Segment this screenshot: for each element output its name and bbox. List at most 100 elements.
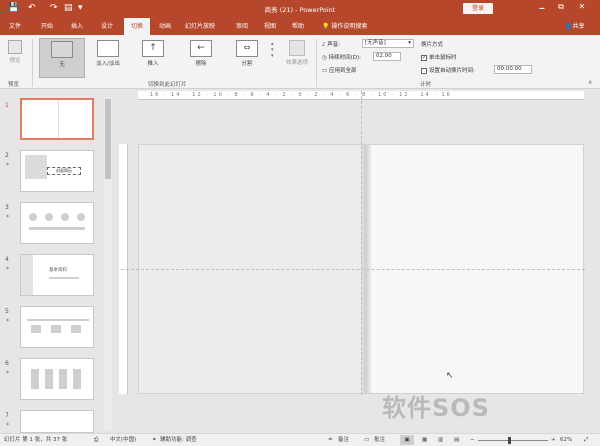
transition-split-label: 分割 [241, 61, 253, 67]
transition-none-label: 无 [59, 62, 65, 68]
signin-button[interactable]: 登录 [463, 3, 493, 14]
comments-button[interactable]: 批注 [374, 434, 385, 446]
slide-number: 4 [5, 256, 9, 263]
comments-icon: ▭ [364, 437, 370, 443]
zoom-out-icon[interactable]: − [470, 434, 475, 446]
sound-value: [无声音] [365, 40, 386, 46]
transition-fade[interactable]: 淡入/淡出 [88, 38, 128, 78]
scrollbar-thumb[interactable] [105, 99, 111, 179]
duration-label: 持续时间(D): [328, 55, 361, 61]
slide-thumbnail[interactable] [20, 98, 94, 140]
slideshow-icon[interactable]: ▤ [454, 434, 459, 446]
thumb-item [59, 369, 67, 389]
push-transition-icon: ↑ [142, 40, 164, 57]
fit-slide-icon[interactable]: ⤢ [584, 434, 588, 446]
tab-transitions[interactable]: 切换 [124, 18, 150, 35]
transition-wipe-label: 擦除 [195, 61, 207, 67]
tab-slideshow[interactable]: 幻灯片放映 [180, 18, 220, 35]
tab-insert[interactable]: 插入 [66, 18, 88, 35]
thumb-text-lines [29, 227, 85, 230]
split-transition-icon: ⇔ [236, 40, 258, 57]
zoom-slider-thumb[interactable] [508, 437, 511, 444]
slide-number: 2 [5, 152, 9, 159]
tab-home[interactable]: 开始 [36, 18, 58, 35]
zoom-level[interactable]: 62% [560, 434, 572, 446]
horizontal-guide[interactable] [121, 269, 585, 270]
vertical-guide[interactable] [361, 91, 362, 395]
apply-all-button[interactable]: ▭ 应用到全部 [322, 66, 356, 74]
checkmark-icon: ✓ [421, 54, 427, 61]
after-time-input[interactable]: 00:00.00 [494, 65, 532, 74]
tab-animations[interactable]: 动画 [154, 18, 176, 35]
timing-group-label: 计时 [420, 82, 432, 88]
collapse-ribbon-icon[interactable]: ∧ [588, 79, 592, 86]
tab-help[interactable]: 帮助 [287, 18, 309, 35]
notes-icon: ≐ [328, 437, 333, 443]
thumbnails-scrollbar[interactable] [104, 97, 112, 431]
share-button[interactable]: 👤共享 [565, 18, 585, 35]
thumb-item [29, 213, 37, 221]
after-checkbox[interactable]: 设置自动换片时间: [421, 66, 475, 74]
accessibility-icon[interactable]: ✦ [152, 434, 157, 446]
after-time-value: 00:00.00 [497, 66, 522, 72]
effect-options-label: 效果选项 [285, 60, 308, 66]
tab-file[interactable]: 文件 [4, 18, 26, 35]
tell-me-search[interactable]: 💡 操作说明搜索 [322, 18, 367, 35]
duration-input[interactable]: 02.00 [373, 52, 401, 61]
duration-value: 02.00 [376, 53, 392, 59]
duration-row: ◷ 持续时间(D): [322, 53, 361, 61]
preview-group-label: 预览 [8, 82, 20, 88]
slide-thumbnail[interactable] [20, 306, 94, 348]
normal-view-icon[interactable]: ▣ [400, 435, 414, 445]
transition-push[interactable]: ↑ 推入 [134, 38, 172, 78]
reading-view-icon[interactable]: ▥ [438, 434, 443, 446]
slide-thumbnail[interactable] [20, 410, 94, 433]
tab-view[interactable]: 视图 [259, 18, 281, 35]
thumb-pattern [21, 255, 33, 295]
sound-label: 声音: [327, 42, 341, 48]
after-label: 设置自动换片时间: [429, 68, 475, 74]
close-icon[interactable]: ✕ [574, 2, 590, 11]
slide-number: 6 [5, 360, 9, 367]
sound-row: ♪ 声音: [322, 40, 340, 48]
tab-design[interactable]: 设计 [96, 18, 118, 35]
slide-canvas[interactable]: ↖ [121, 91, 585, 395]
spell-check-icon[interactable]: ⎙ [94, 434, 98, 446]
language-status[interactable]: 中文(中国) [110, 434, 136, 446]
on-click-checkbox[interactable]: ✓ 单击鼠标时 [421, 53, 457, 61]
slide-thumbnail[interactable]: 封面简历 [20, 150, 94, 192]
none-transition-icon [51, 41, 73, 58]
tab-review[interactable]: 审阅 [231, 18, 253, 35]
more-icon[interactable]: ▾ [271, 53, 274, 59]
slide-sorter-icon[interactable]: ▦ [422, 434, 427, 446]
minimize-icon[interactable]: 🗕 [534, 2, 550, 16]
divider [316, 39, 317, 87]
slide-thumbnail[interactable] [20, 358, 94, 400]
fade-transition-icon [97, 40, 119, 57]
transition-none[interactable]: 无 [39, 38, 85, 78]
zoom-slider[interactable] [478, 437, 548, 444]
sound-select[interactable]: [无声音] ▾ [362, 39, 414, 48]
transition-wipe[interactable]: ← 擦除 [180, 38, 222, 78]
gallery-scroll[interactable]: ▴ ▾ ▾ [271, 41, 277, 79]
thumb-timeline [27, 319, 89, 321]
watermark: 软件SOS [382, 394, 490, 422]
divider [32, 39, 33, 87]
thumb-pattern [25, 155, 47, 179]
restore-icon[interactable]: ⧉ [553, 2, 569, 12]
transition-split[interactable]: ⇔ 分割 [228, 38, 266, 78]
zoom-in-icon[interactable]: + [551, 434, 556, 446]
lightbulb-icon: 💡 [322, 23, 332, 30]
ribbon: 预览 预览 无 淡入/淡出 ↑ 推入 ← 擦除 ⇔ 分割 ▴ ▾ ▾ 效果选项 切换… [0, 35, 600, 89]
thumb-item [31, 369, 39, 389]
advance-slide-title: 换片方式 [421, 42, 444, 48]
slide-thumbnail[interactable] [20, 202, 94, 244]
transition-push-label: 推入 [147, 61, 159, 67]
transition-star-icon: * [6, 162, 9, 169]
preview-button[interactable]: 预览 [4, 38, 26, 78]
accessibility-status[interactable]: 辅助功能: 调查 [160, 434, 197, 446]
slide-thumbnail[interactable]: 基本资料 [20, 254, 94, 296]
effect-options-button[interactable]: 效果选项 [282, 38, 312, 78]
slide-number: 1 [5, 102, 9, 109]
notes-button[interactable]: 备注 [338, 434, 349, 446]
